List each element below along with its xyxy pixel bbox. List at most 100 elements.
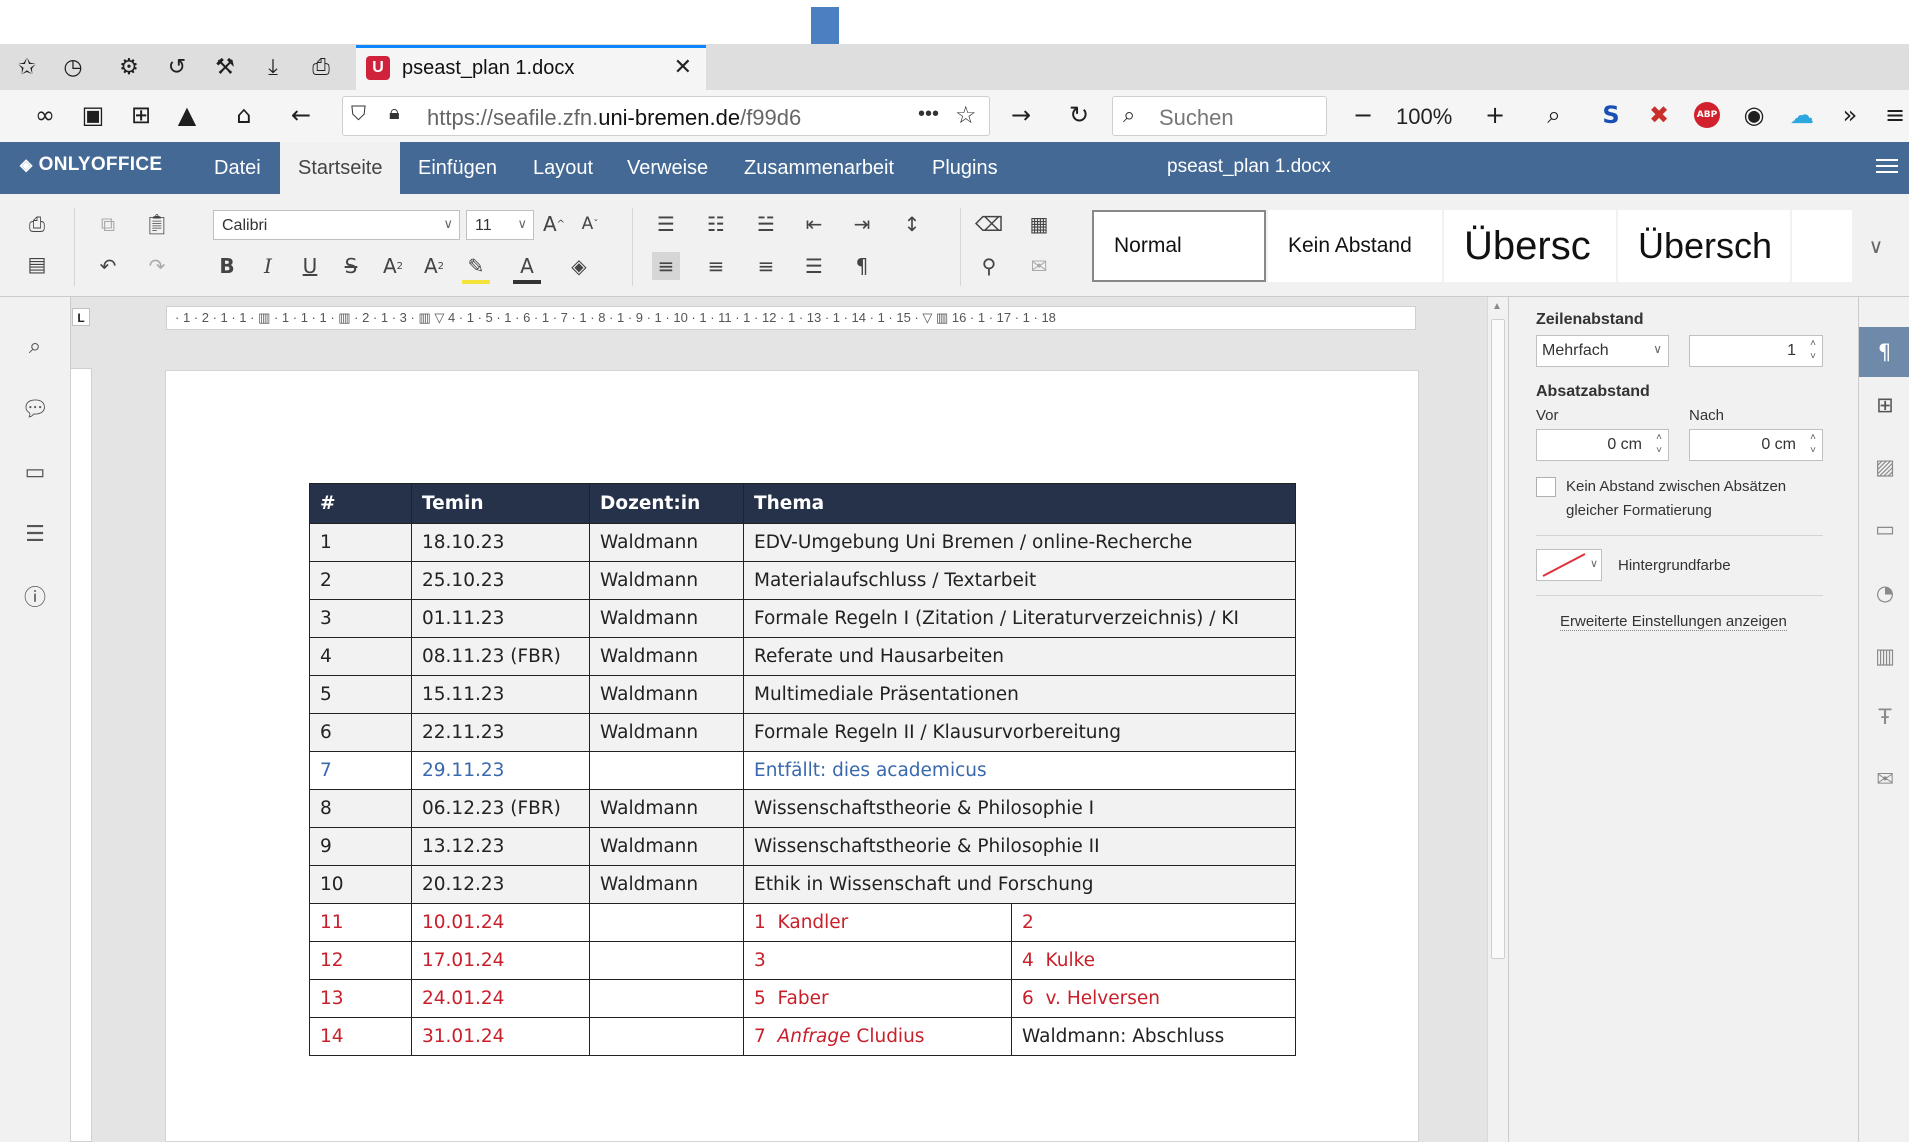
line-spacing-icon[interactable]: ↕: [898, 210, 926, 238]
tab-zusammenarbeit[interactable]: Zusammenarbeit: [726, 142, 912, 194]
justify-button[interactable]: ☰: [800, 252, 828, 280]
scrollbar-thumb[interactable]: [1491, 319, 1505, 959]
spacing-before-input[interactable]: 0 cm ˄ ˅: [1536, 429, 1669, 461]
bullet-list-icon[interactable]: ☰: [652, 210, 680, 238]
align-right-button[interactable]: ≡: [752, 252, 780, 280]
hamburger-menu-icon[interactable]: [1876, 156, 1898, 174]
puzzle-extension-icon[interactable]: ✖: [1642, 98, 1676, 132]
table-settings-icon[interactable]: ⊞: [1869, 389, 1901, 421]
print-icon[interactable]: ⎙: [23, 210, 51, 238]
adblock-icon[interactable]: ABP: [1690, 98, 1724, 132]
search-icon[interactable]: ⌕: [20, 331, 50, 361]
spacing-after-input[interactable]: 0 cm ˄ ˅: [1689, 429, 1823, 461]
account-icon[interactable]: ◉: [1737, 98, 1771, 132]
undo-icon[interactable]: ↶: [94, 252, 122, 280]
style-kein-abstand[interactable]: Kein Abstand: [1268, 210, 1442, 282]
line-spacing-value-input[interactable]: 1 ˄ ˅: [1689, 335, 1823, 367]
redo-icon[interactable]: ↷: [143, 252, 171, 280]
strikethrough-button[interactable]: S: [337, 252, 365, 280]
no-spacing-checkbox[interactable]: [1536, 477, 1556, 497]
tab-verweise[interactable]: Verweise: [609, 142, 726, 194]
line-spacing-mode-select[interactable]: Mehrfach ∨: [1536, 335, 1669, 367]
scroll-up-icon[interactable]: ▲: [1492, 301, 1502, 312]
extension-icon[interactable]: ▲: [170, 98, 204, 132]
highlight-icon[interactable]: ✎: [462, 252, 490, 284]
info-icon[interactable]: ⓘ: [20, 581, 50, 611]
copy-style-icon[interactable]: ⚲: [975, 252, 1003, 280]
font-size-select[interactable]: 11 ∨: [466, 210, 534, 240]
subscript-button[interactable]: A2: [420, 252, 448, 280]
bookmark-star-icon[interactable]: ☆: [955, 101, 977, 130]
increase-indent-icon[interactable]: ⇥: [848, 210, 876, 238]
shading-icon[interactable]: ◈: [565, 252, 593, 280]
new-folder-icon[interactable]: ▣: [76, 98, 110, 132]
bold-button[interactable]: B: [213, 252, 241, 280]
text-art-icon[interactable]: Ŧ: [1869, 701, 1901, 733]
bookmark-star-icon[interactable]: ✩: [12, 52, 42, 82]
browser-tab-active[interactable]: U pseast_plan 1.docx ✕: [356, 45, 706, 90]
decrease-font-icon[interactable]: Aˇ: [576, 210, 604, 238]
multilevel-list-icon[interactable]: ☱: [752, 210, 780, 238]
header-footer-icon[interactable]: ▭: [1869, 513, 1901, 545]
more-tools-icon[interactable]: »: [1833, 98, 1867, 132]
settings-gear-icon[interactable]: ⚙: [114, 52, 144, 82]
align-center-button[interactable]: ≡: [702, 252, 730, 280]
spinner-icon[interactable]: ˄ ˅: [1656, 431, 1662, 457]
chat-icon[interactable]: ▭: [20, 457, 50, 487]
italic-button[interactable]: I: [254, 252, 282, 280]
tab-stop-selector[interactable]: L: [72, 308, 90, 326]
color-scheme-icon[interactable]: ▦: [1025, 210, 1053, 238]
horizontal-ruler[interactable]: · 1 · 2 · 1 · 1 · ▥ · 1 · 1 · 1 · ▥ · 2 …: [166, 306, 1416, 330]
page-actions-button[interactable]: •••: [918, 103, 939, 126]
cloud-extension-icon[interactable]: ☁: [1785, 98, 1819, 132]
vertical-scrollbar[interactable]: ▲: [1487, 297, 1508, 1142]
tab-startseite[interactable]: Startseite: [280, 142, 401, 194]
tab-close-icon[interactable]: ✕: [674, 54, 692, 80]
zoom-in-button[interactable]: +: [1478, 98, 1512, 132]
copy-icon[interactable]: ⧉: [94, 210, 122, 238]
paste-icon[interactable]: 📋︎: [143, 210, 171, 238]
increase-font-icon[interactable]: A ^: [540, 210, 568, 238]
background-color-picker[interactable]: ∨: [1536, 549, 1602, 581]
shield-icon[interactable]: ⛉: [351, 103, 366, 126]
magnifier-icon[interactable]: ⌕: [1537, 98, 1571, 132]
paragraph-settings-icon[interactable]: ¶: [1859, 327, 1909, 377]
underline-button[interactable]: U: [296, 252, 324, 280]
spinner-icon[interactable]: ˄ ˅: [1810, 431, 1816, 457]
tab-layout[interactable]: Layout: [515, 142, 611, 194]
clear-style-icon[interactable]: ⌫: [975, 210, 1003, 238]
numbered-list-icon[interactable]: ☷: [702, 210, 730, 238]
align-left-button[interactable]: ≡: [652, 252, 680, 280]
superscript-button[interactable]: A2: [379, 252, 407, 280]
tab-einfuegen[interactable]: Einfügen: [400, 142, 515, 194]
font-color-icon[interactable]: A: [513, 252, 541, 284]
reload-icon[interactable]: ↻: [1062, 98, 1096, 132]
print-icon[interactable]: ⎙: [306, 52, 336, 82]
wrench-icon[interactable]: ⚒: [210, 52, 240, 82]
shape-settings-icon[interactable]: ◔: [1869, 577, 1901, 609]
back-arrow-icon[interactable]: ←: [284, 98, 318, 132]
mail-merge-icon[interactable]: ✉: [1025, 252, 1053, 280]
home-icon[interactable]: ⌂: [227, 98, 261, 132]
paragraph-marks-icon[interactable]: ¶: [848, 252, 876, 280]
zoom-level[interactable]: 100%: [1396, 104, 1452, 130]
s-extension-icon[interactable]: S: [1594, 98, 1628, 132]
browser-menu-icon[interactable]: ≡: [1878, 98, 1909, 132]
vertical-ruler[interactable]: [70, 368, 92, 1142]
decrease-indent-icon[interactable]: ⇤: [800, 210, 828, 238]
restore-icon[interactable]: ↺: [162, 52, 192, 82]
style-ueberschrift-1[interactable]: Übersc: [1444, 210, 1616, 282]
forward-arrow-icon[interactable]: →: [1004, 98, 1038, 132]
save-icon[interactable]: ▤: [23, 250, 51, 278]
navigation-icon[interactable]: ☰: [20, 519, 50, 549]
window-icon[interactable]: ⊞: [124, 98, 158, 132]
image-settings-icon[interactable]: ▨: [1869, 451, 1901, 483]
font-name-select[interactable]: Calibri ∨: [213, 210, 460, 240]
browser-search-input[interactable]: ⌕ Suchen: [1112, 96, 1327, 136]
url-input[interactable]: ⛉ 🔒︎ https://seafile.zfn.uni-bremen.de/f…: [342, 96, 990, 136]
zoom-out-button[interactable]: −: [1346, 98, 1380, 132]
spinner-icon[interactable]: ˄ ˅: [1810, 337, 1816, 363]
style-ueberschrift-2[interactable]: Übersch: [1618, 210, 1790, 282]
tab-datei[interactable]: Datei: [196, 142, 279, 194]
schedule-table[interactable]: # Temin Dozent:in Thema 1 18.10.23 Waldman…: [309, 483, 1297, 1056]
